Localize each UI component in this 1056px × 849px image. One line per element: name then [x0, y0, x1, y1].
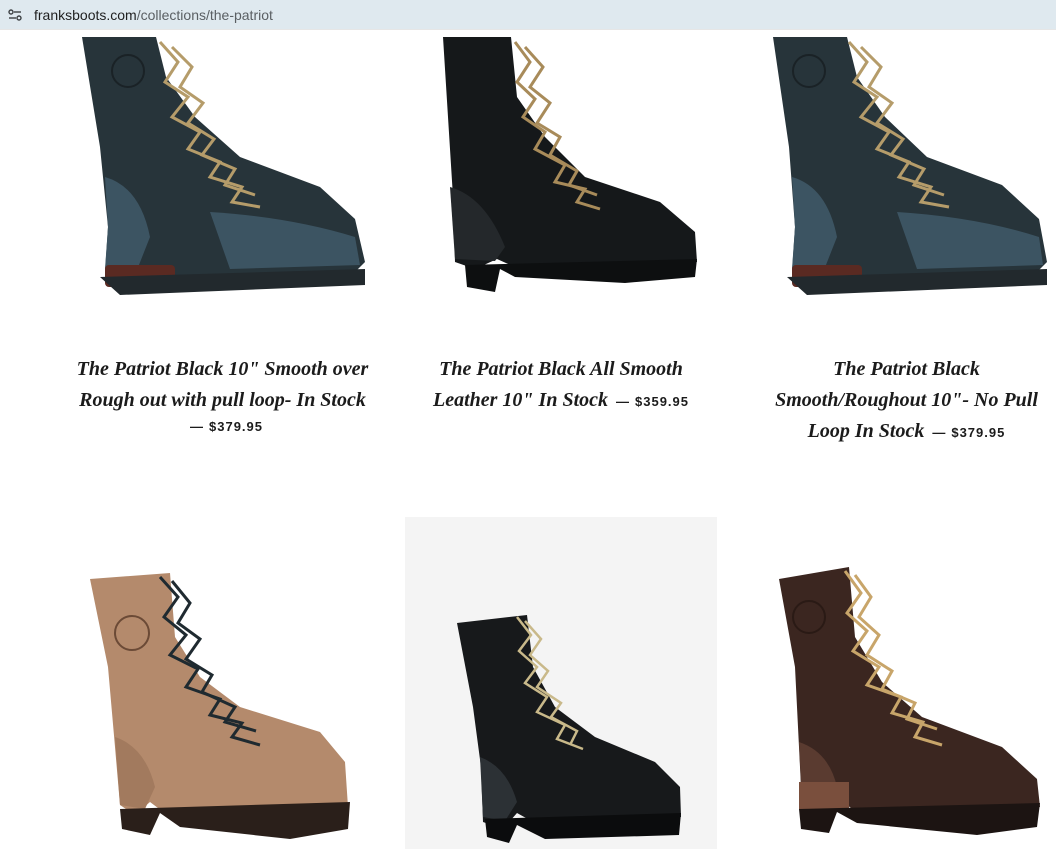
product-price: $379.95 — [951, 425, 1006, 440]
tune-icon[interactable] — [6, 6, 24, 24]
product-card[interactable]: The Patriot Black All Smooth Leather 10"… — [405, 37, 717, 457]
product-image[interactable] — [405, 37, 717, 307]
product-image[interactable] — [60, 37, 385, 307]
address-bar[interactable]: franksboots.com/collections/the-patriot — [0, 0, 1056, 29]
url-path: /collections/the-patriot — [136, 6, 273, 23]
product-title[interactable]: The Patriot Black 10" Smooth over Rough … — [77, 358, 369, 411]
product-card[interactable] — [737, 517, 1056, 849]
product-card[interactable]: The Patriot Black Smooth/Roughout 10"- N… — [737, 37, 1056, 457]
product-info: The Patriot Black All Smooth Leather 10"… — [405, 354, 717, 416]
product-info: The Patriot Black 10" Smooth over Rough … — [60, 354, 385, 435]
page-top-edge — [0, 29, 1056, 37]
price-separator: — — [932, 425, 946, 440]
product-price: $379.95 — [209, 419, 263, 434]
url-domain: franksboots.com — [34, 6, 137, 23]
product-card[interactable] — [405, 517, 717, 849]
product-image[interactable] — [737, 517, 1056, 849]
url-text[interactable]: franksboots.com/collections/the-patriot — [34, 7, 273, 23]
product-card[interactable] — [60, 517, 385, 849]
price-separator: — — [616, 394, 629, 409]
price-separator: — — [190, 419, 203, 434]
product-info: The Patriot Black Smooth/Roughout 10"- N… — [757, 354, 1056, 447]
product-image[interactable] — [737, 37, 1056, 307]
product-image[interactable] — [60, 517, 385, 849]
product-image[interactable] — [405, 517, 717, 849]
product-card[interactable]: The Patriot Black 10" Smooth over Rough … — [60, 37, 385, 457]
product-price: $359.95 — [635, 394, 689, 409]
